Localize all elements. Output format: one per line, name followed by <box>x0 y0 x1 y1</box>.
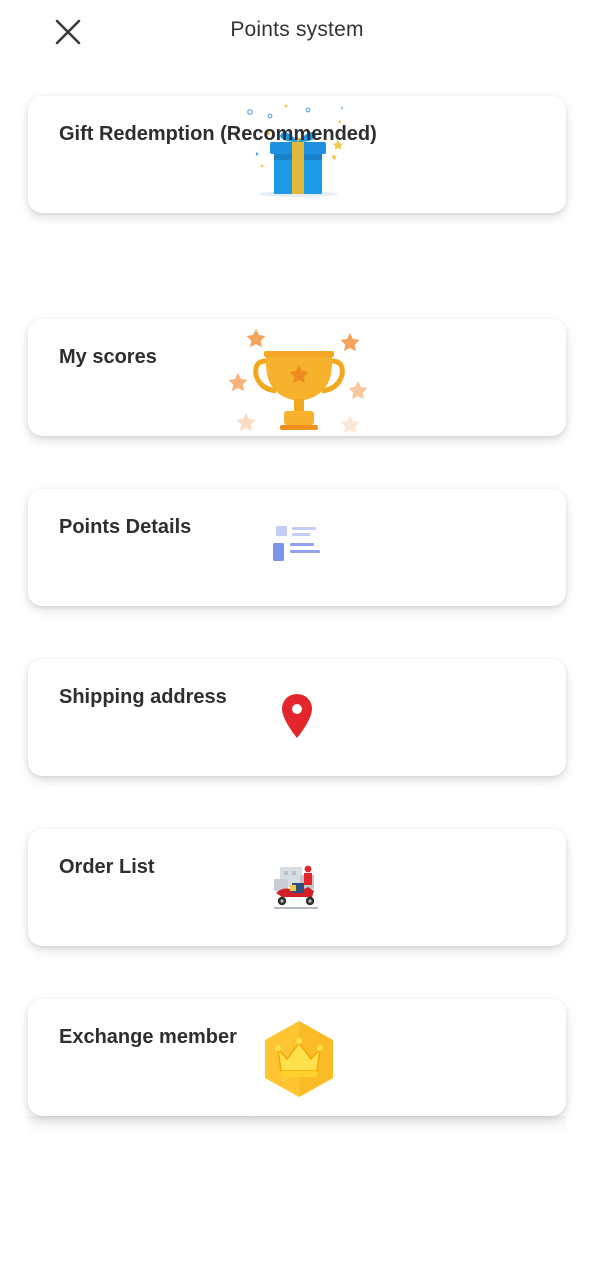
header: Points system <box>0 0 594 64</box>
menu-item-label: Points Details <box>59 516 192 538</box>
menu-item-gift-redemption[interactable]: Gift Redemption (Recommended) <box>28 96 566 213</box>
points-system-page: Points system Gift Redemption (Recommend… <box>0 0 594 1280</box>
menu-item-label: Gift Redemption (Recommended) <box>59 123 377 145</box>
menu-item-shipping-address[interactable]: Shipping address <box>28 659 566 776</box>
gift-box-icon <box>240 102 360 206</box>
delivery-scooter-icon <box>270 861 322 913</box>
menu-item-label: Exchange member <box>59 1026 237 1048</box>
menu-item-label: My scores <box>59 346 157 368</box>
menu-item-exchange-member[interactable]: Exchange member <box>28 999 566 1116</box>
map-pin-icon <box>280 692 314 740</box>
menu-item-my-scores[interactable]: My scores <box>28 319 566 436</box>
list-details-icon <box>270 523 324 565</box>
crown-hexagon-icon <box>262 1019 336 1099</box>
menu-item-order-list[interactable]: Order List <box>28 829 566 946</box>
menu-item-label: Order List <box>59 856 155 878</box>
trophy-icon <box>222 323 372 436</box>
page-title: Points system <box>230 18 364 41</box>
menu-item-label: Shipping address <box>59 686 227 708</box>
list-bottom-shadow <box>28 1116 566 1136</box>
menu-item-points-details[interactable]: Points Details <box>28 489 566 606</box>
